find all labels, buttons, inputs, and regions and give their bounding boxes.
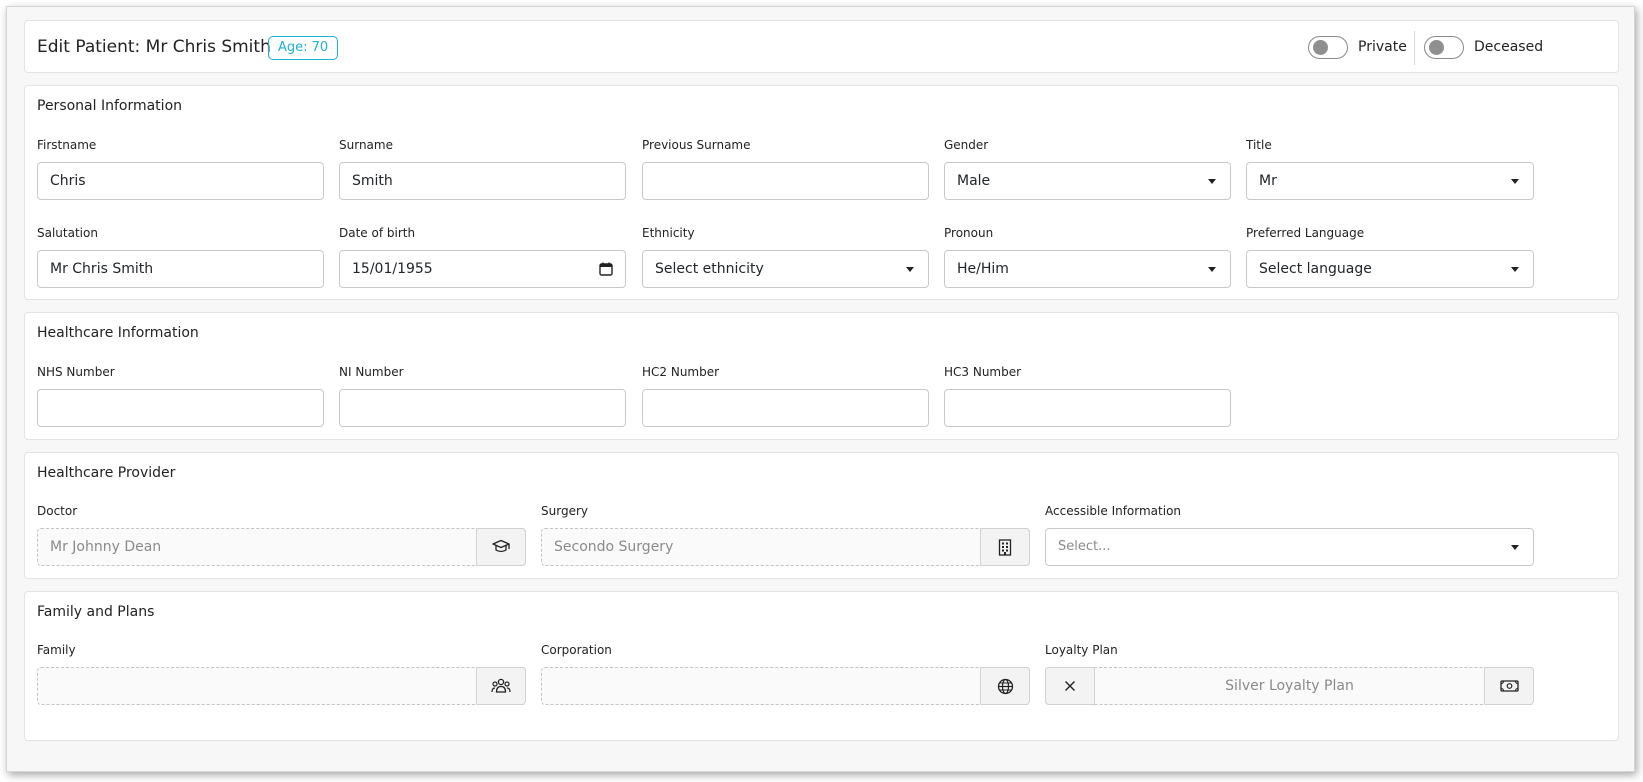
graduation-cap-icon bbox=[492, 539, 510, 553]
doctor-value: Mr Johnny Dean bbox=[50, 539, 162, 555]
ethnicity-label: Ethnicity bbox=[642, 226, 695, 240]
loyalty-plan-value: Silver Loyalty Plan bbox=[1225, 678, 1354, 694]
family-picker-button[interactable] bbox=[476, 667, 526, 705]
ethnicity-value: Select ethnicity bbox=[655, 261, 764, 277]
title-select[interactable]: Mr bbox=[1246, 162, 1534, 200]
language-select[interactable]: Select language bbox=[1246, 250, 1534, 288]
age-badge: Age: 70 bbox=[268, 36, 339, 60]
accessible-information-placeholder: Select... bbox=[1058, 539, 1111, 554]
hc2-number-input[interactable] bbox=[642, 389, 929, 427]
dob-value: 15/01/1955 bbox=[352, 261, 433, 277]
private-label: Private bbox=[1358, 39, 1407, 55]
loyalty-plan-picker-button[interactable] bbox=[1484, 667, 1534, 705]
globe-icon bbox=[997, 678, 1013, 694]
accessible-information-label: Accessible Information bbox=[1045, 504, 1182, 518]
doctor-label: Doctor bbox=[37, 504, 78, 518]
calendar-icon[interactable] bbox=[599, 262, 613, 276]
gender-label: Gender bbox=[944, 138, 989, 152]
pronoun-label: Pronoun bbox=[944, 226, 994, 240]
surname-label: Surname bbox=[339, 138, 393, 152]
corporation-label: Corporation bbox=[541, 643, 612, 657]
salutation-input[interactable]: Mr Chris Smith bbox=[37, 250, 324, 288]
patient-header: Edit Patient: Mr Chris Smith Age: 70 Pri… bbox=[24, 20, 1619, 73]
firstname-label: Firstname bbox=[37, 138, 97, 152]
chevron-down-icon bbox=[1208, 179, 1216, 184]
healthcare-information-section: Healthcare Information NHS Number NI Num… bbox=[24, 312, 1619, 440]
title-label: Title bbox=[1246, 138, 1272, 152]
surgery-value: Secondo Surgery bbox=[554, 539, 674, 555]
doctor-field[interactable]: Mr Johnny Dean bbox=[37, 528, 526, 566]
family-and-plans-section: Family and Plans Family Corporation Loya… bbox=[24, 591, 1619, 741]
divider bbox=[1414, 31, 1415, 65]
surgery-picker-button[interactable] bbox=[980, 528, 1030, 566]
hc3-number-label: HC3 Number bbox=[944, 365, 1022, 379]
toggle-knob bbox=[1429, 40, 1444, 55]
doctor-picker-button[interactable] bbox=[476, 528, 526, 566]
close-icon bbox=[1065, 681, 1075, 691]
accessible-information-select[interactable]: Select... bbox=[1045, 528, 1534, 566]
personal-information-section: Personal Information Firstname Chris Sur… bbox=[24, 85, 1619, 300]
previous-surname-label: Previous Surname bbox=[642, 138, 751, 152]
chevron-down-icon bbox=[906, 267, 914, 272]
ni-number-label: NI Number bbox=[339, 365, 404, 379]
dob-label: Date of birth bbox=[339, 226, 416, 240]
chevron-down-icon bbox=[1511, 179, 1519, 184]
dob-input[interactable]: 15/01/1955 bbox=[339, 250, 626, 288]
ethnicity-select[interactable]: Select ethnicity bbox=[642, 250, 929, 288]
cash-icon bbox=[1499, 680, 1519, 692]
nhs-number-label: NHS Number bbox=[37, 365, 115, 379]
language-value: Select language bbox=[1259, 261, 1372, 277]
corporation-field[interactable] bbox=[541, 667, 1030, 705]
healthcare-provider-section: Healthcare Provider Doctor Mr Johnny Dea… bbox=[24, 452, 1619, 579]
chevron-down-icon bbox=[1511, 545, 1519, 550]
title-value: Mr bbox=[1259, 173, 1277, 189]
deceased-toggle[interactable] bbox=[1424, 36, 1464, 59]
corporation-picker-button[interactable] bbox=[980, 667, 1030, 705]
building-icon bbox=[998, 538, 1012, 556]
section-title: Healthcare Information bbox=[37, 325, 199, 341]
deceased-label: Deceased bbox=[1474, 39, 1544, 55]
section-title: Healthcare Provider bbox=[37, 465, 176, 481]
private-toggle[interactable] bbox=[1308, 36, 1348, 59]
gender-value: Male bbox=[957, 173, 991, 189]
page-title: Edit Patient: Mr Chris Smith bbox=[37, 37, 271, 57]
salutation-label: Salutation bbox=[37, 226, 98, 240]
section-title: Personal Information bbox=[37, 98, 183, 114]
app-window: Edit Patient: Mr Chris Smith Age: 70 Pri… bbox=[6, 6, 1635, 772]
clear-loyalty-button[interactable] bbox=[1045, 667, 1095, 705]
language-label: Preferred Language bbox=[1246, 226, 1365, 240]
people-icon bbox=[491, 678, 511, 693]
chevron-down-icon bbox=[1511, 267, 1519, 272]
section-title: Family and Plans bbox=[37, 604, 155, 620]
pronoun-select[interactable]: He/Him bbox=[944, 250, 1231, 288]
surname-input[interactable]: Smith bbox=[339, 162, 626, 200]
hc2-number-label: HC2 Number bbox=[642, 365, 720, 379]
pronoun-value: He/Him bbox=[957, 261, 1009, 277]
hc3-number-input[interactable] bbox=[944, 389, 1231, 427]
ni-number-input[interactable] bbox=[339, 389, 626, 427]
surgery-label: Surgery bbox=[541, 504, 588, 518]
firstname-input[interactable]: Chris bbox=[37, 162, 324, 200]
loyalty-plan-label: Loyalty Plan bbox=[1045, 643, 1118, 657]
chevron-down-icon bbox=[1208, 267, 1216, 272]
surgery-field[interactable]: Secondo Surgery bbox=[541, 528, 1030, 566]
nhs-number-input[interactable] bbox=[37, 389, 324, 427]
previous-surname-input[interactable] bbox=[642, 162, 929, 200]
family-label: Family bbox=[37, 643, 76, 657]
family-field[interactable] bbox=[37, 667, 526, 705]
toggle-knob bbox=[1313, 40, 1328, 55]
loyalty-plan-field[interactable]: Silver Loyalty Plan bbox=[1045, 667, 1534, 705]
gender-select[interactable]: Male bbox=[944, 162, 1231, 200]
